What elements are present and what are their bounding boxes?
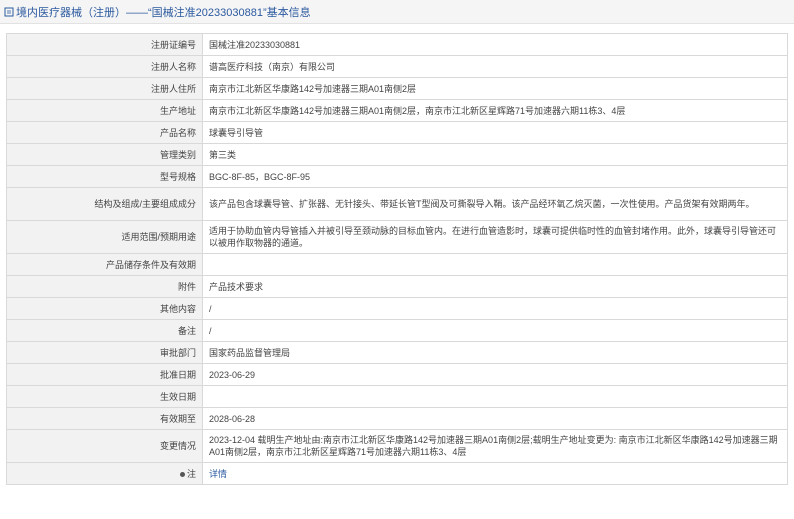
- table-row: 批准日期 2023-06-29: [6, 363, 788, 386]
- row-label: 产品名称: [6, 121, 203, 144]
- row-value: 2023-06-29: [202, 363, 788, 386]
- row-value: 2028-06-28: [202, 407, 788, 430]
- table-row: 型号规格 BGC-8F-85，BGC-8F-95: [6, 165, 788, 188]
- page-header: 境内医疗器械（注册）——“国械注准20233030881”基本信息: [0, 0, 794, 24]
- table-row: 审批部门 国家药品监督管理局: [6, 341, 788, 364]
- table-row: 有效期至 2028-06-28: [6, 407, 788, 430]
- row-label: 其他内容: [6, 297, 203, 320]
- row-label: 变更情况: [6, 429, 203, 463]
- row-label: 审批部门: [6, 341, 203, 364]
- bullet-icon: [179, 471, 185, 477]
- table-row: 产品储存条件及有效期: [6, 253, 788, 276]
- row-label: 注册人住所: [6, 77, 203, 100]
- table-row: 备注 /: [6, 319, 788, 342]
- row-label: 备注: [6, 319, 203, 342]
- row-value: BGC-8F-85，BGC-8F-95: [202, 165, 788, 188]
- row-label: 生效日期: [6, 385, 203, 408]
- table-row: 适用范围/预期用途 适用于协助血管内导管插入并被引导至颈动脉的目标血管内。在进行…: [6, 220, 788, 254]
- row-value: 适用于协助血管内导管插入并被引导至颈动脉的目标血管内。在进行血管造影时，球囊可提…: [202, 220, 788, 254]
- table-row: 注册人住所 南京市江北新区华康路142号加速器三期A01南侧2层: [6, 77, 788, 100]
- table-row: 结构及组成/主要组成成分 该产品包含球囊导管、扩张器、无针接头、带延长管T型阀及…: [6, 187, 788, 221]
- note-label-cell: 注: [6, 462, 203, 485]
- row-value: [202, 253, 788, 276]
- details-link[interactable]: 详情: [209, 469, 227, 479]
- row-label: 适用范围/预期用途: [6, 220, 203, 254]
- row-label: 产品储存条件及有效期: [6, 253, 203, 276]
- row-value: 第三类: [202, 143, 788, 166]
- table-row: 附件 产品技术要求: [6, 275, 788, 298]
- row-label: 结构及组成/主要组成成分: [6, 187, 203, 221]
- row-value: 南京市江北新区华康路142号加速器三期A01南侧2层: [202, 77, 788, 100]
- row-label: 注册证编号: [6, 33, 203, 56]
- page-title: 境内医疗器械（注册）——“国械注准20233030881”基本信息: [16, 6, 311, 19]
- row-value: 国械注准20233030881: [202, 33, 788, 56]
- info-table: 注册证编号 国械注准20233030881 注册人名称 谱高医疗科技（南京）有限…: [6, 33, 788, 485]
- row-value: 国家药品监督管理局: [202, 341, 788, 364]
- table-row: 注册证编号 国械注准20233030881: [6, 33, 788, 56]
- table-row: 注 详情: [6, 462, 788, 485]
- table-row: 产品名称 球囊导引导管: [6, 121, 788, 144]
- row-value: /: [202, 297, 788, 320]
- document-icon: [4, 7, 14, 17]
- row-value: /: [202, 319, 788, 342]
- table-row: 生效日期: [6, 385, 788, 408]
- row-value: 南京市江北新区华康路142号加速器三期A01南侧2层，南京市江北新区星辉路71号…: [202, 99, 788, 122]
- row-value: 球囊导引导管: [202, 121, 788, 144]
- table-row: 注册人名称 谱高医疗科技（南京）有限公司: [6, 55, 788, 78]
- table-row: 生产地址 南京市江北新区华康路142号加速器三期A01南侧2层，南京市江北新区星…: [6, 99, 788, 122]
- info-table-container: 注册证编号 国械注准20233030881 注册人名称 谱高医疗科技（南京）有限…: [6, 33, 788, 485]
- row-label: 注: [186, 468, 196, 479]
- table-row: 其他内容 /: [6, 297, 788, 320]
- row-label: 注册人名称: [6, 55, 203, 78]
- row-value: 2023-12-04 载明生产地址由:南京市江北新区华康路142号加速器三期A0…: [202, 429, 788, 463]
- table-row: 管理类别 第三类: [6, 143, 788, 166]
- row-label: 管理类别: [6, 143, 203, 166]
- row-label: 附件: [6, 275, 203, 298]
- row-value: [202, 385, 788, 408]
- row-value: 产品技术要求: [202, 275, 788, 298]
- row-value: 谱高医疗科技（南京）有限公司: [202, 55, 788, 78]
- table-row: 变更情况 2023-12-04 载明生产地址由:南京市江北新区华康路142号加速…: [6, 429, 788, 463]
- row-label: 型号规格: [6, 165, 203, 188]
- row-label: 批准日期: [6, 363, 203, 386]
- row-value: 该产品包含球囊导管、扩张器、无针接头、带延长管T型阀及可撕裂导入鞘。该产品经环氧…: [202, 187, 788, 221]
- row-value: 详情: [202, 462, 788, 485]
- row-label: 有效期至: [6, 407, 203, 430]
- row-label: 生产地址: [6, 99, 203, 122]
